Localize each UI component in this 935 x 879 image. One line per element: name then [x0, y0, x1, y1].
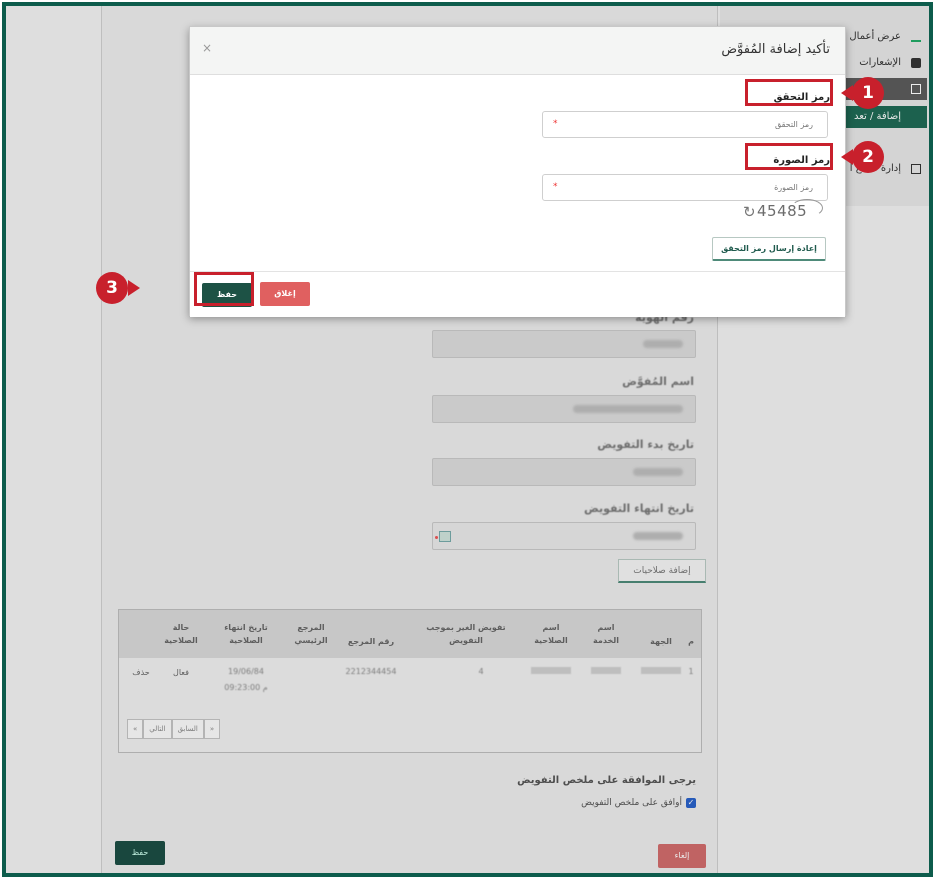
resend-code-button[interactable]: إعادة إرسال رمز التحقق [712, 237, 826, 261]
step-marker-3: 3 [96, 272, 128, 304]
image-code-input[interactable] [543, 175, 827, 200]
highlight-save-button [194, 272, 254, 306]
required-mark: * [553, 119, 558, 129]
refresh-icon[interactable]: ↻ [743, 203, 756, 221]
confirm-delegate-modal: تأكيد إضافة المُفوَّض × رمز التحقق * رمز… [189, 26, 846, 317]
close-icon[interactable]: × [202, 41, 212, 55]
modal-title: تأكيد إضافة المُفوَّض [721, 42, 830, 57]
pointer-arrow-3 [128, 280, 140, 296]
modal-close-button[interactable]: إغلاق [260, 282, 310, 306]
verification-code-field: * [542, 111, 828, 138]
captcha-noise [791, 199, 823, 217]
modal-footer: حفظ إغلاق [190, 271, 845, 317]
highlight-image-label [745, 143, 833, 170]
required-mark: * [553, 182, 558, 192]
highlight-verification-label [745, 79, 833, 106]
screenshot-frame: عرض أعمال الإشعارات إضافة / تعد إدارة قط… [2, 2, 933, 877]
modal-header: تأكيد إضافة المُفوَّض × [190, 27, 845, 75]
image-code-field: * [542, 174, 828, 201]
verification-code-input[interactable] [543, 112, 827, 137]
step-marker-2: 2 [852, 141, 884, 173]
captcha-image: ↻ 45485 [743, 198, 825, 224]
step-marker-1: 1 [852, 77, 884, 109]
